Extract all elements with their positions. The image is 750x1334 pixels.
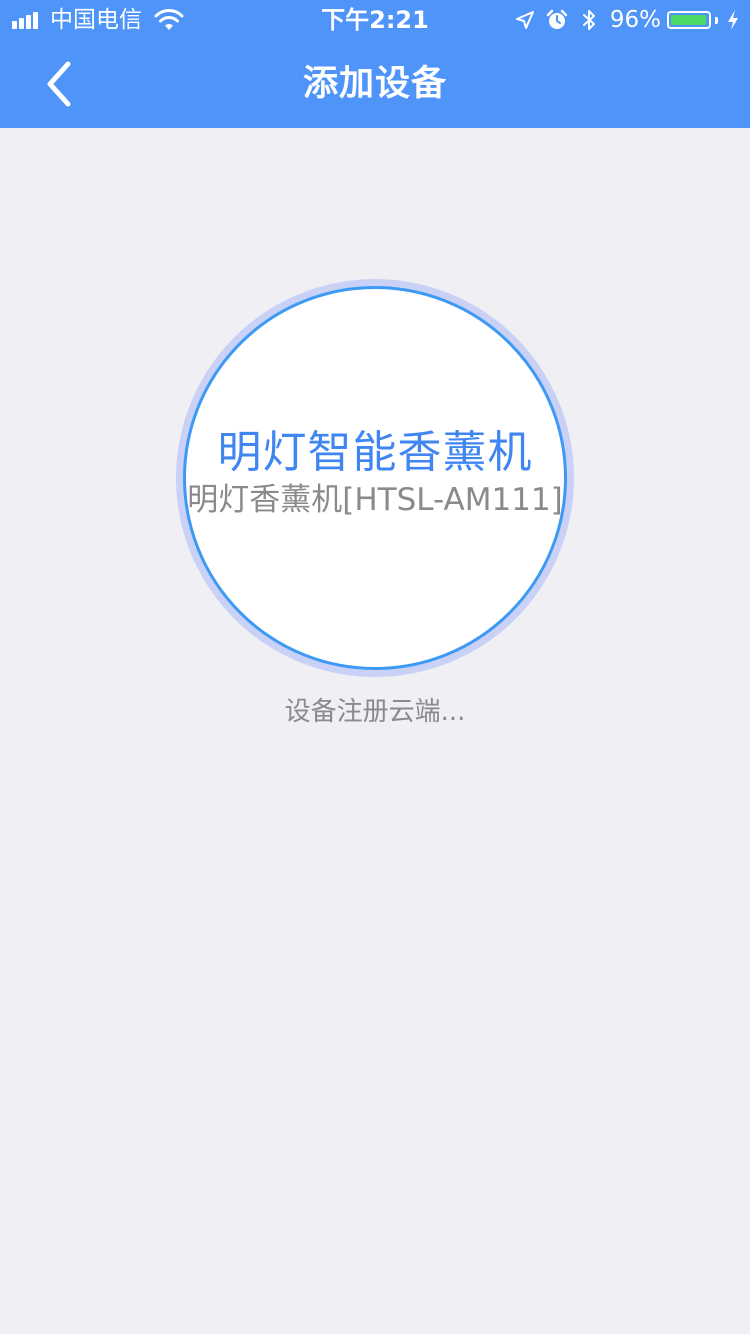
battery-fill	[671, 15, 706, 25]
navigation-bar: 添加设备	[0, 40, 750, 128]
bluetooth-icon	[582, 10, 595, 30]
battery-percent: 96%	[609, 7, 661, 33]
battery-nub	[715, 16, 718, 24]
device-name: 明灯智能香薰机	[217, 427, 533, 478]
alarm-icon	[546, 9, 568, 29]
page-title: 添加设备	[302, 64, 447, 104]
battery-icon	[667, 11, 711, 29]
status-right: 96%	[514, 6, 740, 34]
charging-icon	[728, 10, 738, 30]
registration-status-text: 设备注册云端...	[284, 697, 466, 727]
status-bar: 中国电信 下午2:21 96%	[0, 0, 750, 40]
device-model: 明灯香薰机[HTSL-AM111]	[187, 482, 563, 518]
location-arrow-icon	[515, 11, 534, 29]
